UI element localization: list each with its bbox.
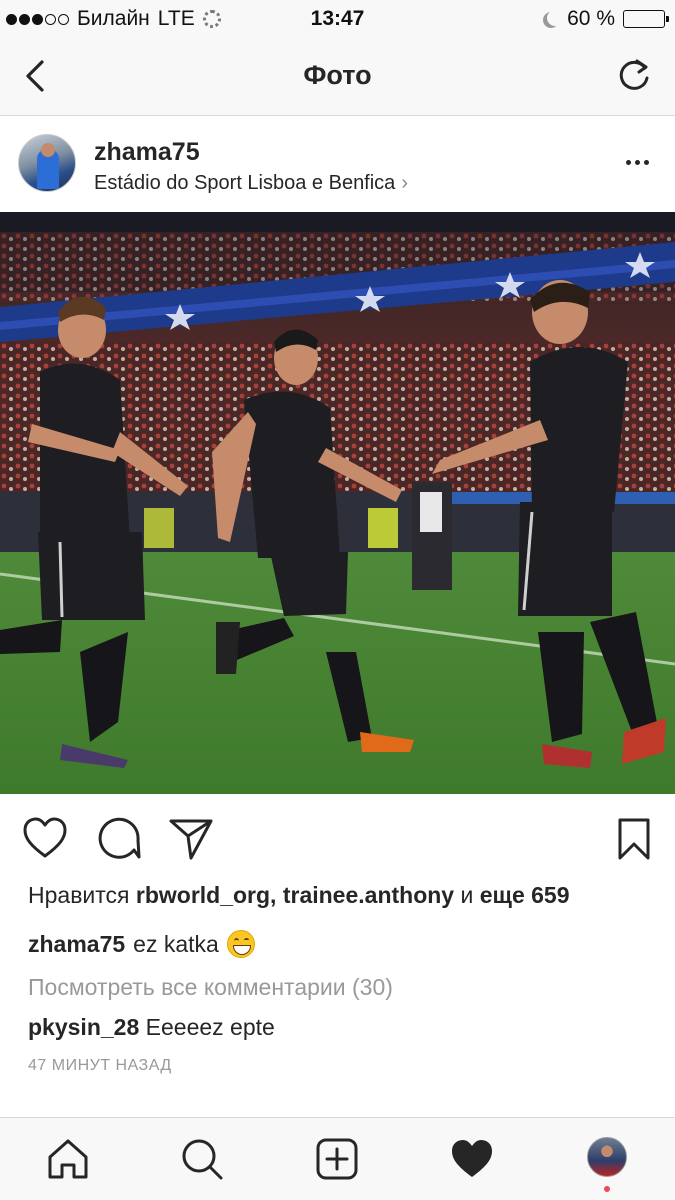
bookmark-icon[interactable] [612, 816, 658, 862]
more-options-icon[interactable] [626, 160, 649, 165]
likes-and: и [454, 882, 480, 908]
activity-icon[interactable] [450, 1137, 494, 1181]
grinning-face-emoji-icon [226, 930, 255, 958]
share-icon[interactable] [168, 816, 214, 862]
home-icon[interactable] [46, 1137, 90, 1181]
caption-text: ez katka [133, 930, 219, 957]
status-bar: Билайн LTE 13:47 60 % [0, 0, 675, 38]
activity-spinner-icon [202, 10, 221, 28]
comment-text: Eeeeez epte [145, 1014, 275, 1040]
profile-avatar[interactable] [587, 1137, 627, 1177]
signal-strength-icon [6, 13, 69, 25]
comment-icon[interactable] [96, 816, 142, 862]
page-title: Фото [303, 60, 372, 90]
heart-icon[interactable] [22, 816, 68, 862]
navigation-bar: Фото [0, 38, 675, 116]
post-caption: zhama75 ez katka [28, 930, 255, 958]
carrier-label: Билайн [77, 7, 150, 30]
caption-username[interactable]: zhama75 [28, 931, 125, 958]
post-location[interactable]: Estádio do Sport Lisboa e Benfica › [94, 172, 408, 195]
likes-more[interactable]: еще 659 [480, 882, 570, 908]
user-avatar[interactable] [18, 134, 76, 192]
battery-icon [623, 10, 669, 28]
post-actions [0, 794, 675, 880]
location-label: Estádio do Sport Lisboa e Benfica [94, 172, 396, 194]
add-icon[interactable] [315, 1137, 359, 1181]
refresh-icon[interactable] [615, 56, 653, 94]
comment-username[interactable]: pkysin_28 [28, 1014, 139, 1040]
notification-dot [604, 1186, 610, 1192]
likes-prefix: Нравится [28, 882, 136, 908]
likes-summary[interactable]: Нравится rbworld_org, trainee.anthony и … [28, 882, 570, 909]
do-not-disturb-icon [547, 10, 563, 26]
post-photo[interactable] [0, 212, 675, 794]
post-timestamp: 47 МИНУТ НАЗАД [28, 1057, 172, 1074]
network-label: LTE [157, 7, 195, 30]
comment-item: pkysin_28 Eeeeez epte [28, 1014, 275, 1041]
likes-users[interactable]: rbworld_org, trainee.anthony [136, 882, 454, 908]
back-chevron-icon[interactable] [18, 58, 54, 94]
post-username[interactable]: zhama75 [94, 138, 200, 167]
view-all-comments-link[interactable]: Посмотреть все комментарии (30) [28, 974, 393, 1001]
battery-percent: 60 % [567, 7, 615, 30]
post-header: zhama75 Estádio do Sport Lisboa e Benfic… [0, 116, 675, 212]
search-icon[interactable] [180, 1137, 224, 1181]
chevron-right-icon: › [401, 172, 408, 194]
